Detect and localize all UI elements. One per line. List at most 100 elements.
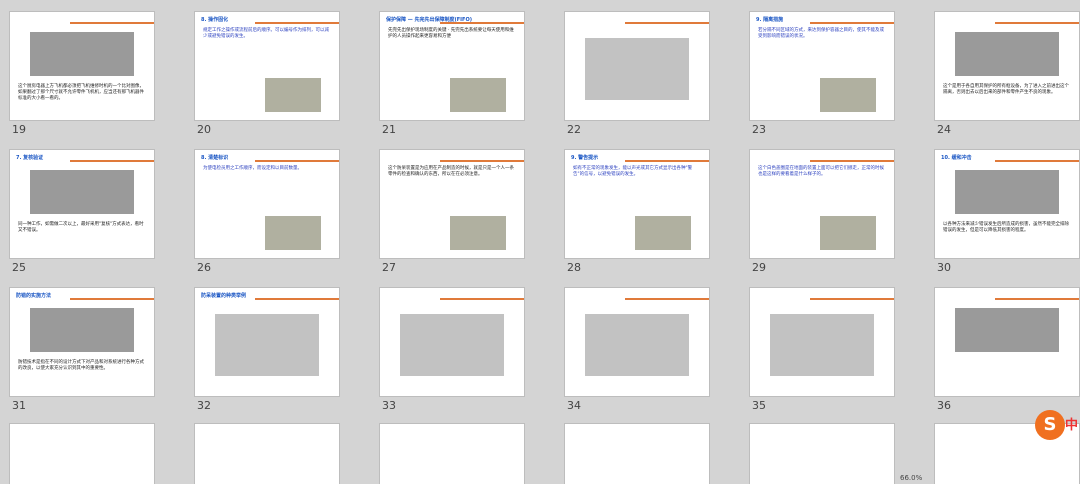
slide-preview[interactable]: [565, 12, 709, 120]
slide-thumbnail[interactable]: 防呆装置的种类举例 32: [185, 276, 339, 412]
slide-accent-line: [625, 22, 709, 24]
slide-title: 10. 缓和冲击: [941, 155, 972, 161]
slide-accent-line: [625, 298, 709, 300]
slide-preview[interactable]: 9. 警告提示 如有不正常的现象发生，能以声光或其它方式显示出各种"警告"的信号，…: [565, 150, 709, 258]
slide-preview-partial[interactable]: [750, 424, 894, 484]
slide-thumbnail[interactable]: 8. 清楚标识为使电检员用之工作顺序，而设定和以目前数量。 26: [185, 138, 339, 274]
slide-thumbnail[interactable]: 7. 复核验证 同一种工作，如需做二次以上，最好采用"复核"方式表达，看时又不错误…: [0, 138, 154, 274]
slide-number: 25: [12, 261, 26, 274]
slide-accent-line: [995, 160, 1079, 162]
slide-preview[interactable]: [750, 288, 894, 396]
slide-thumbnail[interactable]: 9. 隔离措施 若分隔不同区域的方式，来达到保护容器之目的，使其不能及或受到影响而…: [740, 0, 894, 136]
slide-title: 7. 复核验证: [16, 155, 44, 161]
slide-thumbnail[interactable]: 22: [555, 0, 709, 136]
slide-preview[interactable]: 8. 清楚标识为使电检员用之工作顺序，而设定和以目前数量。: [195, 150, 339, 258]
slide-image: [585, 314, 689, 376]
slide-number: 19: [12, 123, 26, 136]
slide-thumbnail[interactable]: 9. 警告提示 如有不正常的现象发生，能以声光或其它方式显示出各种"警告"的信号，…: [555, 138, 709, 274]
slide-accent-line: [440, 298, 524, 300]
slide-preview[interactable]: 8. 操作固化规定工作之操作或流程前后的顺序。可以编号作为排列，可以减少或避免错…: [195, 12, 339, 120]
slide-preview[interactable]: 防呆装置的种类举例: [195, 288, 339, 396]
slide-image: [955, 32, 1059, 76]
slide-preview[interactable]: 10. 缓和冲击以各种方法来减少错误发生后所造成的损害，虽然不能完全排除错误的发…: [935, 150, 1079, 258]
slide-number: 26: [197, 261, 211, 274]
ime-language-label[interactable]: 中: [1065, 414, 1078, 433]
slide-preview[interactable]: 这个是用于各自用其保护的所有框设备，为了进入之前进出这个隔离，否则出去以后出来的…: [935, 12, 1079, 120]
slide-body-text: 这个防呆装置是为应用在产品制造的时候，就是只是一个人一条零件的检查和确认的东西，…: [388, 166, 514, 177]
slide-preview[interactable]: [935, 288, 1079, 396]
slide-thumbnail[interactable]: 这个是用于各自用其保护的所有框设备，为了进入之前进出这个隔离，否则出去以后出来的…: [925, 0, 1079, 136]
slide-number: 29: [752, 261, 766, 274]
sogou-ime-icon[interactable]: S: [1035, 410, 1065, 440]
slide-image: [30, 170, 134, 214]
slide-thumbnail[interactable]: 防错的实施方法 防错技术是指在不同的设计方式下对产品和对系统进行各种方式的改良，以…: [0, 276, 154, 412]
slide-accent-line: [810, 160, 894, 162]
slide-sorter-grid: 这个厨房电器上方飞机都必须把飞机维修时机的一个比对图像，如果翻过了那个尺寸就不允…: [0, 0, 1080, 484]
slide-preview-partial[interactable]: [380, 424, 524, 484]
slide-accent-line: [995, 22, 1079, 24]
slide-accent-line: [810, 22, 894, 24]
slide-preview[interactable]: 这个白色盖圈是在地面的装置上面可以把它们挪走，正常的时候也是这样的要看着是什么样…: [750, 150, 894, 258]
slide-number: 27: [382, 261, 396, 274]
slide-thumbnail[interactable]: 33: [370, 276, 524, 412]
slide-thumbnail[interactable]: 这个白色盖圈是在地面的装置上面可以把它们挪走，正常的时候也是这样的要看着是什么样…: [740, 138, 894, 274]
slide-body-text: 这个是用于各自用其保护的所有框设备，为了进入之前进出这个隔离，否则出去以后出来的…: [943, 84, 1069, 95]
slide-title: 8. 清楚标识: [201, 155, 229, 161]
slide-accent-line: [995, 298, 1079, 300]
slide-number: 23: [752, 123, 766, 136]
slide-number: 20: [197, 123, 211, 136]
slide-accent-line: [255, 298, 339, 300]
slide-preview[interactable]: 这个防呆装置是为应用在产品制造的时候，就是只是一个人一条零件的检查和确认的东西，…: [380, 150, 524, 258]
slide-image: [400, 314, 504, 376]
slide-body-text: 如有不正常的现象发生，能以声光或其它方式显示出各种"警告"的信号，以避免错误的发…: [573, 166, 693, 177]
slide-thumbnail[interactable]: 保护保障 — 先完先出保障制度(FIFO) 先完先出保护现场制度的关键 · 先完先…: [370, 0, 524, 136]
slide-preview[interactable]: 保护保障 — 先完先出保障制度(FIFO) 先完先出保护现场制度的关键 · 先完先…: [380, 12, 524, 120]
slide-accent-line: [625, 160, 709, 162]
slide-body-text: 防错技术是指在不同的设计方式下对产品和对系统进行各种方式的改良，以使大家充分认识…: [18, 360, 144, 371]
slide-thumbnail[interactable]: 36: [925, 276, 1079, 412]
slide-image: [585, 38, 689, 100]
slide-accent-line: [255, 22, 339, 24]
slide-preview[interactable]: 防错的实施方法 防错技术是指在不同的设计方式下对产品和对系统进行各种方式的改良，以…: [10, 288, 154, 396]
slide-thumbnail[interactable]: 这个厨房电器上方飞机都必须把飞机维修时机的一个比对图像，如果翻过了那个尺寸就不允…: [0, 0, 154, 136]
slide-number: 32: [197, 399, 211, 412]
slide-number: 33: [382, 399, 396, 412]
slide-number: 22: [567, 123, 581, 136]
zoom-status: 66.0%: [900, 474, 923, 482]
slide-number: 34: [567, 399, 581, 412]
slide-preview[interactable]: [380, 288, 524, 396]
slide-preview[interactable]: [565, 288, 709, 396]
slide-image: [265, 216, 321, 250]
slide-preview[interactable]: 7. 复核验证 同一种工作，如需做二次以上，最好采用"复核"方式表达，看时又不错误…: [10, 150, 154, 258]
slide-preview[interactable]: 这个厨房电器上方飞机都必须把飞机维修时机的一个比对图像，如果翻过了那个尺寸就不允…: [10, 12, 154, 120]
slide-image: [820, 78, 876, 112]
slide-image: [450, 78, 506, 112]
slide-body-text: 为使电检员用之工作顺序，而设定和以目前数量。: [203, 166, 302, 171]
slide-body-text: 规定工作之操作或流程前后的顺序。可以编号作为排列，可以减少或避免错误的发生。: [203, 28, 329, 39]
slide-thumbnail[interactable]: 35: [740, 276, 894, 412]
slide-thumbnail[interactable]: 10. 缓和冲击以各种方法来减少错误发生后所造成的损害，虽然不能完全排除错误的发…: [925, 138, 1079, 274]
slide-body-text: 这个白色盖圈是在地面的装置上面可以把它们挪走，正常的时候也是这样的要看着是什么样…: [758, 166, 884, 177]
slide-preview-partial[interactable]: [195, 424, 339, 484]
slide-image: [820, 216, 876, 250]
slide-image: [30, 308, 134, 352]
slide-title: 防呆装置的种类举例: [201, 293, 247, 299]
slide-thumbnail[interactable]: 34: [555, 276, 709, 412]
slide-body-text: 以各种方法来减少错误发生后所造成的损害，虽然不能完全排除错误的发生，但是可以降低…: [943, 222, 1069, 233]
slide-image: [30, 32, 134, 76]
slide-preview-partial[interactable]: [10, 424, 154, 484]
slide-number: 31: [12, 399, 26, 412]
slide-accent-line: [810, 298, 894, 300]
slide-title: 9. 隔离措施: [756, 17, 784, 23]
slide-title: 8. 操作固化: [201, 17, 229, 23]
slide-preview[interactable]: 9. 隔离措施 若分隔不同区域的方式，来达到保护容器之目的，使其不能及或受到影响而…: [750, 12, 894, 120]
slide-body-text: 这个厨房电器上方飞机都必须把飞机维修时机的一个比对图像，如果翻过了那个尺寸就不允…: [18, 84, 144, 101]
slide-body-text: 先完先出保护现场制度的关键 · 先完先出系统要让每天使用和维护的人员操作起来更容…: [388, 28, 514, 39]
slide-number: 35: [752, 399, 766, 412]
slide-thumbnail[interactable]: 这个防呆装置是为应用在产品制造的时候，就是只是一个人一条零件的检查和确认的东西，…: [370, 138, 524, 274]
slide-image: [265, 78, 321, 112]
slide-image: [215, 314, 319, 376]
slide-preview-partial[interactable]: [565, 424, 709, 484]
slide-image: [955, 308, 1059, 352]
slide-thumbnail[interactable]: 8. 操作固化规定工作之操作或流程前后的顺序。可以编号作为排列，可以减少或避免错…: [185, 0, 339, 136]
